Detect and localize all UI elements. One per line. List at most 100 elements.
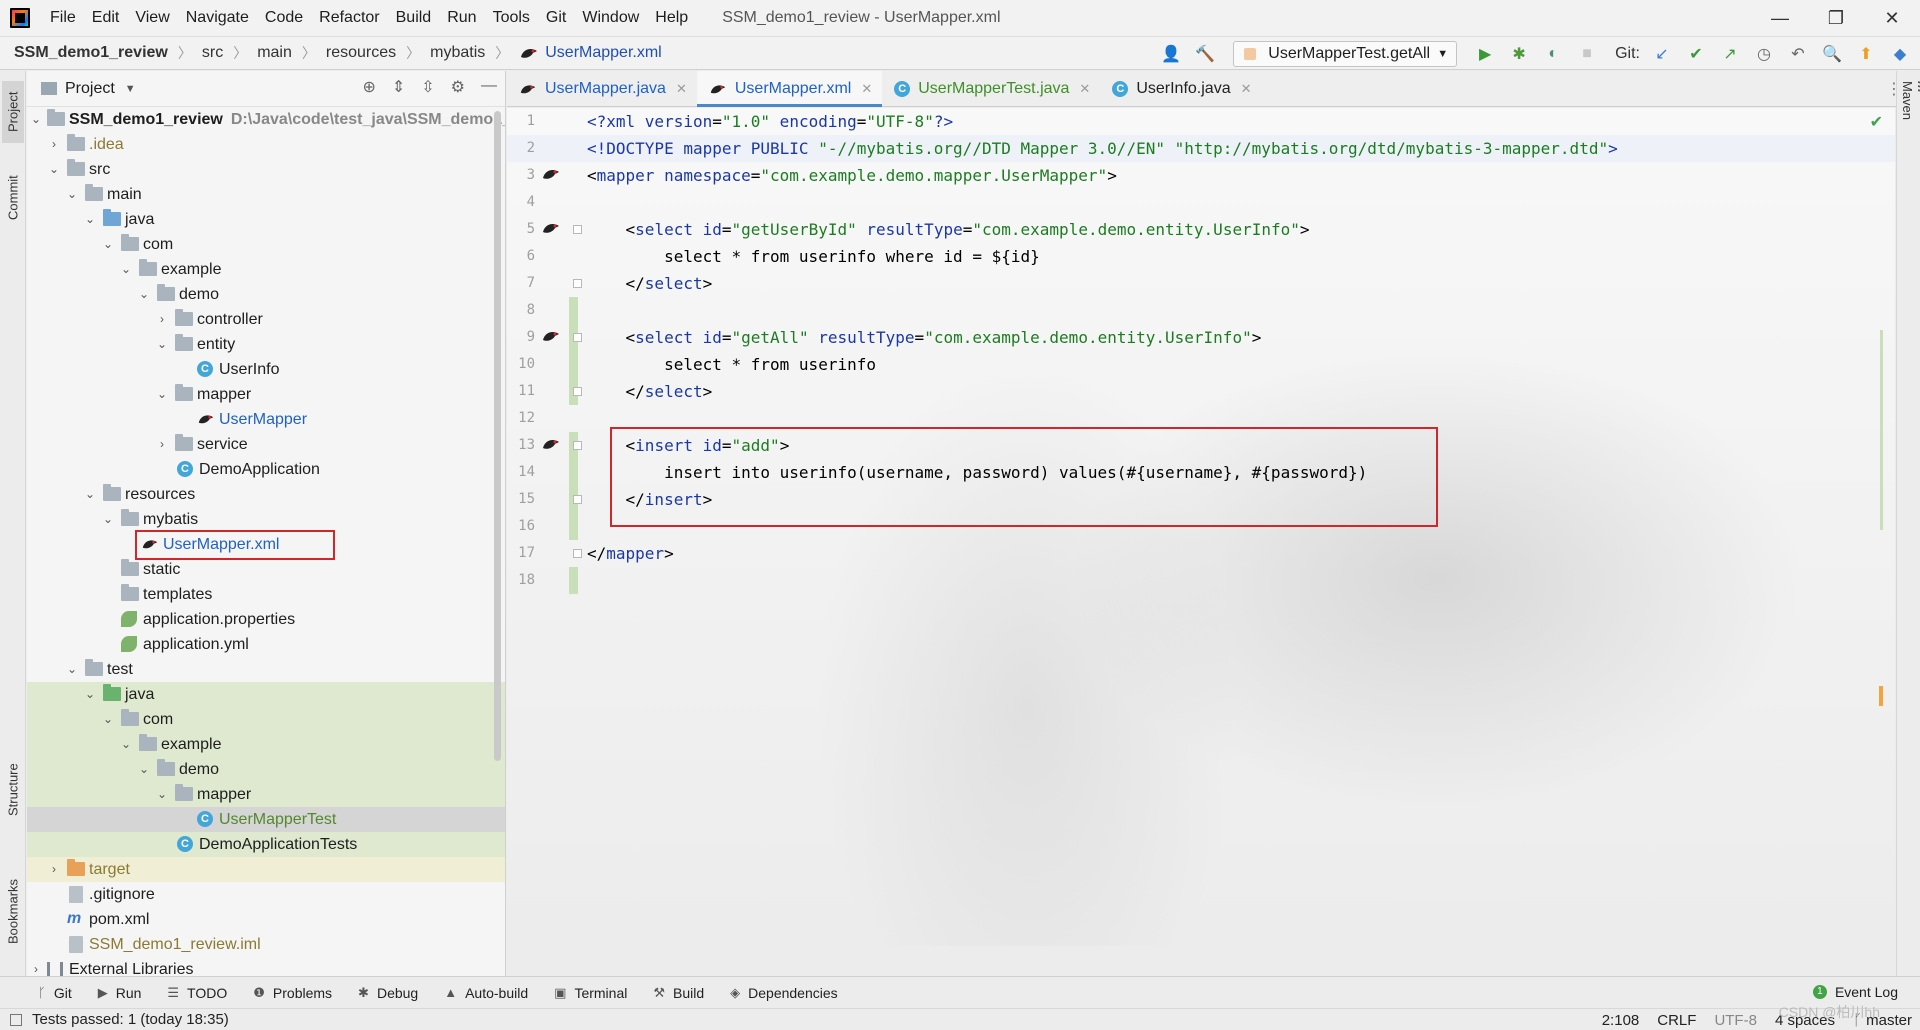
fold-marker-icon[interactable]	[573, 387, 582, 396]
chevron-right-icon[interactable]: ›	[155, 307, 169, 332]
tree-item-iml[interactable]: SSM_demo1_review.iml	[27, 932, 505, 957]
breadcrumb-project[interactable]: SSM_demo1_review	[14, 44, 168, 62]
line-separator[interactable]: CRLF	[1657, 1012, 1696, 1029]
chevron-down-icon[interactable]: ⌄	[65, 657, 79, 682]
maven-tool-tab[interactable]: m Maven	[1900, 81, 1920, 120]
vcs-change-marker[interactable]	[569, 567, 578, 594]
tree-item-usermapper-xml[interactable]: UserMapper.xml	[27, 530, 505, 560]
tree-item-external-libraries[interactable]: › External Libraries	[27, 957, 505, 976]
file-encoding[interactable]: UTF-8	[1714, 1012, 1757, 1029]
chevron-down-icon[interactable]: ⌄	[137, 757, 151, 782]
menu-code[interactable]: Code	[257, 0, 311, 36]
structure-tool-tab[interactable]: Structure	[2, 755, 24, 825]
expand-all-icon[interactable]: ⇕	[392, 77, 405, 97]
scroll-warning-marker[interactable]	[1879, 686, 1883, 706]
breadcrumb-src[interactable]: src	[202, 44, 223, 62]
breadcrumb-mybatis[interactable]: mybatis	[430, 44, 485, 62]
chevron-down-icon[interactable]: ⌄	[83, 482, 97, 507]
plugin-icon[interactable]: ◆	[1888, 42, 1912, 66]
chevron-down-icon[interactable]: ⌄	[101, 507, 115, 532]
tree-item-test-mapper[interactable]: ⌄ mapper	[27, 782, 505, 807]
tree-item-example[interactable]: ⌄ example	[27, 257, 505, 282]
menu-git[interactable]: Git	[538, 0, 574, 36]
run-icon[interactable]: ▶	[1473, 42, 1497, 66]
tree-item-mybatis[interactable]: ⌄ mybatis	[27, 507, 505, 532]
tree-item-templates[interactable]: templates	[27, 582, 505, 607]
breadcrumb-file[interactable]: UserMapper.xml	[519, 44, 662, 62]
chevron-down-icon[interactable]: ⌄	[65, 182, 79, 207]
tree-item-java[interactable]: ⌄ java	[27, 207, 505, 232]
chevron-down-icon[interactable]: ▼	[125, 83, 136, 95]
bookmarks-tool-tab[interactable]: Bookmarks	[2, 867, 24, 955]
chevron-right-icon[interactable]: ›	[29, 957, 43, 976]
mybatis-navigate-icon[interactable]	[541, 328, 561, 344]
event-log-button[interactable]: 1 Event Log	[1812, 984, 1898, 1000]
git-update-icon[interactable]: ↙	[1650, 42, 1674, 66]
caret-position[interactable]: 2:108	[1602, 1012, 1640, 1029]
restore-button[interactable]: ❐	[1808, 0, 1864, 36]
mybatis-navigate-icon[interactable]	[541, 166, 561, 182]
menu-run[interactable]: Run	[439, 0, 484, 36]
project-panel-title[interactable]: Project	[65, 80, 115, 98]
chevron-down-icon[interactable]: ⌄	[119, 257, 133, 282]
tree-item-usermappertest[interactable]: C UserMapperTest	[27, 807, 505, 832]
tree-item-test[interactable]: ⌄ test	[27, 657, 505, 682]
history-icon[interactable]: ◷	[1752, 42, 1776, 66]
menu-build[interactable]: Build	[388, 0, 440, 36]
chevron-down-icon[interactable]: ⌄	[29, 107, 43, 132]
run-config-select[interactable]: UserMapperTest.getAll ▼	[1233, 41, 1458, 67]
run-tool-button[interactable]: ▶ Run	[98, 985, 142, 1001]
menu-window[interactable]: Window	[574, 0, 647, 36]
locate-icon[interactable]: ⊕	[362, 77, 375, 97]
close-button[interactable]: ✕	[1864, 0, 1920, 36]
chevron-down-icon[interactable]: ⌄	[101, 707, 115, 732]
breadcrumb-resources[interactable]: resources	[326, 44, 396, 62]
menu-tools[interactable]: Tools	[485, 0, 538, 36]
tab-usermappertest-java[interactable]: C UserMapperTest.java ✕	[882, 71, 1100, 106]
tab-usermapper-java[interactable]: UserMapper.java ✕	[507, 71, 697, 106]
tree-item-gitignore[interactable]: .gitignore	[27, 882, 505, 907]
tree-item-idea[interactable]: › .idea	[27, 132, 505, 157]
tree-item-service[interactable]: › service	[27, 432, 505, 457]
tree-item-test-java[interactable]: ⌄ java	[27, 682, 505, 707]
tree-item-src[interactable]: ⌄ src	[27, 157, 505, 182]
fold-marker-icon[interactable]	[573, 279, 582, 288]
stop-icon[interactable]: ■	[1575, 42, 1599, 66]
code-editor[interactable]: 1 2 3 4 5 6 7 8 9 10 11 12 13 14 15 16 1…	[507, 108, 1895, 946]
tree-item-usermapper[interactable]: UserMapper	[27, 407, 505, 432]
update-icon[interactable]: ⬆	[1854, 42, 1878, 66]
fold-marker-icon[interactable]	[573, 549, 582, 558]
git-tool-button[interactable]: ᚴ Git	[38, 985, 72, 1001]
tree-item-controller[interactable]: › controller	[27, 307, 505, 332]
rollback-icon[interactable]: ↶	[1786, 42, 1810, 66]
chevron-down-icon[interactable]: ⌄	[155, 782, 169, 807]
debug-tool-button[interactable]: ✱ Debug	[358, 985, 418, 1001]
tree-item-static[interactable]: static	[27, 557, 505, 582]
collapse-all-icon[interactable]: ⇳	[421, 77, 434, 97]
tree-item-application-yml[interactable]: application.yml	[27, 632, 505, 657]
todo-tool-button[interactable]: ☰ TODO	[167, 985, 227, 1001]
tree-item-demoapplicationtests[interactable]: C DemoApplicationTests	[27, 832, 505, 857]
tree-item-main[interactable]: ⌄ main	[27, 182, 505, 207]
fold-marker-icon[interactable]	[573, 333, 582, 342]
close-icon[interactable]: ✕	[1241, 81, 1252, 97]
chevron-right-icon[interactable]: ›	[47, 857, 61, 882]
tree-item-demoapplication[interactable]: C DemoApplication	[27, 457, 505, 482]
build-tool-button[interactable]: ⚒ Build	[653, 985, 704, 1001]
tree-item-test-example[interactable]: ⌄ example	[27, 732, 505, 757]
tab-usermapper-xml[interactable]: UserMapper.xml ✕	[696, 71, 883, 107]
chevron-right-icon[interactable]: ›	[47, 132, 61, 157]
fold-marker-icon[interactable]	[573, 225, 582, 234]
minimize-button[interactable]: —	[1752, 0, 1808, 36]
chevron-down-icon[interactable]: ⌄	[83, 207, 97, 232]
chevron-down-icon[interactable]: ⌄	[137, 282, 151, 307]
chevron-down-icon[interactable]: ⌄	[155, 332, 169, 357]
chevron-down-icon[interactable]: ⌄	[119, 732, 133, 757]
menu-refactor[interactable]: Refactor	[311, 0, 387, 36]
coverage-icon[interactable]: ◐	[1541, 42, 1565, 66]
breadcrumb-main[interactable]: main	[257, 44, 292, 62]
mybatis-navigate-icon[interactable]	[541, 436, 561, 452]
dependencies-tool-button[interactable]: ◈ Dependencies	[730, 985, 838, 1001]
debug-icon[interactable]: ✱	[1507, 42, 1531, 66]
tree-item-demo[interactable]: ⌄ demo	[27, 282, 505, 307]
